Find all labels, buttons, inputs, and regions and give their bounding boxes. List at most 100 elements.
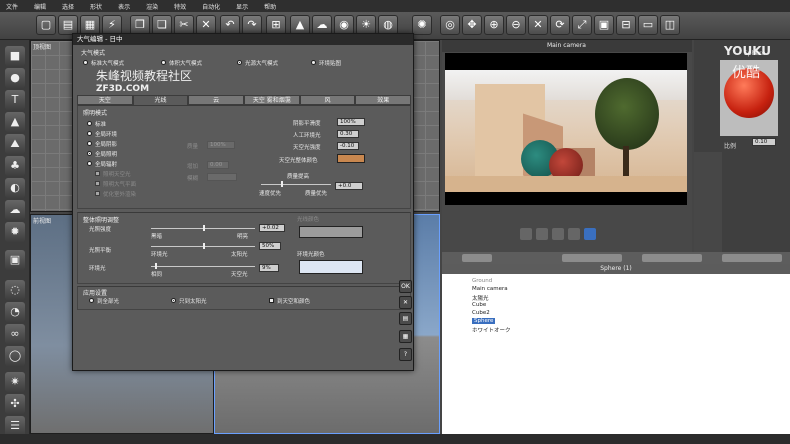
slider-knob[interactable] <box>203 243 205 249</box>
color-palette-icon[interactable]: ✺ <box>412 15 432 35</box>
text-icon[interactable]: T <box>5 90 25 110</box>
slider-knob[interactable] <box>281 181 283 187</box>
quality-boost-input[interactable]: +0.0 <box>335 182 363 190</box>
pan-view-icon[interactable] <box>552 228 564 240</box>
menu-edit[interactable]: 编辑 <box>34 2 46 11</box>
sculpt-icon[interactable]: ◔ <box>5 302 25 322</box>
render-icon[interactable]: ⚡ <box>102 15 122 35</box>
save-preset-icon[interactable]: ▤ <box>399 312 412 325</box>
new-file-icon[interactable]: ▢ <box>36 15 56 35</box>
slider-knob[interactable] <box>203 225 205 231</box>
mode-volume-radio[interactable] <box>161 60 166 65</box>
apply-sky-checkbox[interactable] <box>269 298 274 303</box>
tab-fog-haze[interactable]: 天空 雾和烟霭 <box>244 95 300 105</box>
link-icon[interactable]: ∞ <box>5 324 25 344</box>
tree-item-cube[interactable]: Cube <box>472 302 486 308</box>
tab-clouds[interactable]: 云 <box>188 95 245 105</box>
menu-select[interactable]: 选择 <box>62 2 74 11</box>
lathe-icon[interactable]: ◌ <box>5 280 25 300</box>
single-view-icon[interactable]: ▭ <box>638 15 658 35</box>
copy-icon[interactable]: ❐ <box>130 15 150 35</box>
quality-input[interactable]: 100% <box>207 141 235 149</box>
render-preview-icon[interactable]: ◎ <box>440 15 460 35</box>
tree-item-cube2[interactable]: Cube2 <box>472 310 490 316</box>
paste-icon[interactable]: ❏ <box>152 15 172 35</box>
mode-envmap-radio[interactable] <box>311 60 316 65</box>
pan-icon[interactable]: ✥ <box>462 15 482 35</box>
cube-icon[interactable]: ■ <box>5 46 25 66</box>
lighting-global-shadow-radio[interactable] <box>87 141 92 146</box>
apply-all-radio[interactable] <box>89 298 94 303</box>
list-tool-icon[interactable]: ☰ <box>5 416 25 436</box>
menu-shape[interactable]: 形状 <box>90 2 102 11</box>
zoom-fit-icon[interactable] <box>536 228 548 240</box>
lighting-standard-radio[interactable] <box>87 121 92 126</box>
torus-icon[interactable]: ◯ <box>5 346 25 366</box>
quad-view-icon[interactable]: ⊟ <box>616 15 636 35</box>
grid-view-icon[interactable]: ⊞ <box>266 15 286 35</box>
plant-icon[interactable]: ♣ <box>5 156 25 176</box>
object-tab-2[interactable] <box>562 254 622 262</box>
light-intensity-input[interactable]: +0.02 <box>259 224 285 232</box>
apply-sun-radio[interactable] <box>171 298 176 303</box>
perspective-icon[interactable]: ◫ <box>660 15 680 35</box>
undo-icon[interactable]: ↶ <box>220 15 240 35</box>
camera-lock-icon[interactable] <box>584 228 596 240</box>
tab-light[interactable]: 光线 <box>132 95 189 105</box>
menu-effects[interactable]: 特效 <box>174 2 186 11</box>
render-preview[interactable] <box>445 53 687 205</box>
light-bulb-icon[interactable]: ✹ <box>5 222 25 242</box>
lighting-global-radiosity-radio[interactable] <box>87 161 92 166</box>
camera-icon[interactable]: ◉ <box>334 15 354 35</box>
sun-tool-icon[interactable]: ✷ <box>5 372 25 392</box>
cut-icon[interactable]: ✂ <box>174 15 194 35</box>
lighting-global-illumination-radio[interactable] <box>87 151 92 156</box>
blur-input[interactable] <box>207 173 237 181</box>
menu-file[interactable]: 文件 <box>6 2 18 11</box>
cross-icon[interactable]: ✕ <box>528 15 548 35</box>
tree-item-sunlight[interactable]: 太陽光 <box>472 294 489 302</box>
mode-light-radio[interactable] <box>237 60 242 65</box>
light-color-swatch[interactable] <box>299 226 363 238</box>
redo-icon[interactable]: ↷ <box>242 15 262 35</box>
cloud-icon[interactable]: ☁ <box>5 200 25 220</box>
delete-icon[interactable]: ✕ <box>196 15 216 35</box>
save-icon[interactable]: ▦ <box>80 15 100 35</box>
env-light-slider[interactable] <box>151 263 255 269</box>
light-intensity-slider[interactable] <box>151 225 255 231</box>
tab-wind[interactable]: 风 <box>299 95 356 105</box>
mode-standard-radio[interactable] <box>83 60 88 65</box>
fan-icon[interactable]: ✣ <box>5 394 25 414</box>
terrain-tool-icon[interactable]: ▲ <box>5 112 25 132</box>
shadow-smooth-input[interactable]: 100% <box>337 118 365 126</box>
rotate-view-icon[interactable]: ⟳ <box>550 15 570 35</box>
sky-color-swatch[interactable] <box>337 154 365 163</box>
menu-help[interactable]: 帮助 <box>264 2 276 11</box>
quality-boost-slider[interactable] <box>261 181 331 187</box>
lighting-global-ambient-radio[interactable] <box>87 131 92 136</box>
zoom-in-icon[interactable]: ⊕ <box>484 15 504 35</box>
scale-icon[interactable]: ⤢ <box>572 15 592 35</box>
sphere-icon[interactable]: ● <box>5 68 25 88</box>
open-folder-icon[interactable]: ▤ <box>58 15 78 35</box>
tree-item-main-camera[interactable]: Main camera <box>472 286 508 292</box>
menu-display[interactable]: 表示 <box>118 2 130 11</box>
atmosphere-icon[interactable]: ☁ <box>312 15 332 35</box>
atmo-plane-checkbox[interactable] <box>95 181 100 186</box>
menu-view[interactable]: 显示 <box>236 2 248 11</box>
terrain-icon[interactable]: ▲ <box>290 15 310 35</box>
render-button-icon[interactable] <box>520 228 532 240</box>
light-icon[interactable]: ☀ <box>356 15 376 35</box>
skylight-input[interactable]: -0.10 <box>337 142 359 150</box>
light-balance-slider[interactable] <box>151 243 255 249</box>
tree-item-sphere[interactable]: Sphere <box>472 318 496 324</box>
frame-icon[interactable]: ▣ <box>594 15 614 35</box>
cancel-icon[interactable]: ✕ <box>399 296 412 309</box>
env-light-input[interactable]: 9% <box>259 264 279 272</box>
box-tool-icon[interactable]: ▣ <box>5 250 25 270</box>
help-icon[interactable]: ? <box>399 348 412 361</box>
env-color-swatch[interactable] <box>299 260 363 274</box>
tree-item-white-oak[interactable]: ホワイトオーク <box>472 326 511 334</box>
menu-automation[interactable]: 自动化 <box>202 2 220 11</box>
mountain-icon[interactable]: ⛰ <box>5 134 25 154</box>
